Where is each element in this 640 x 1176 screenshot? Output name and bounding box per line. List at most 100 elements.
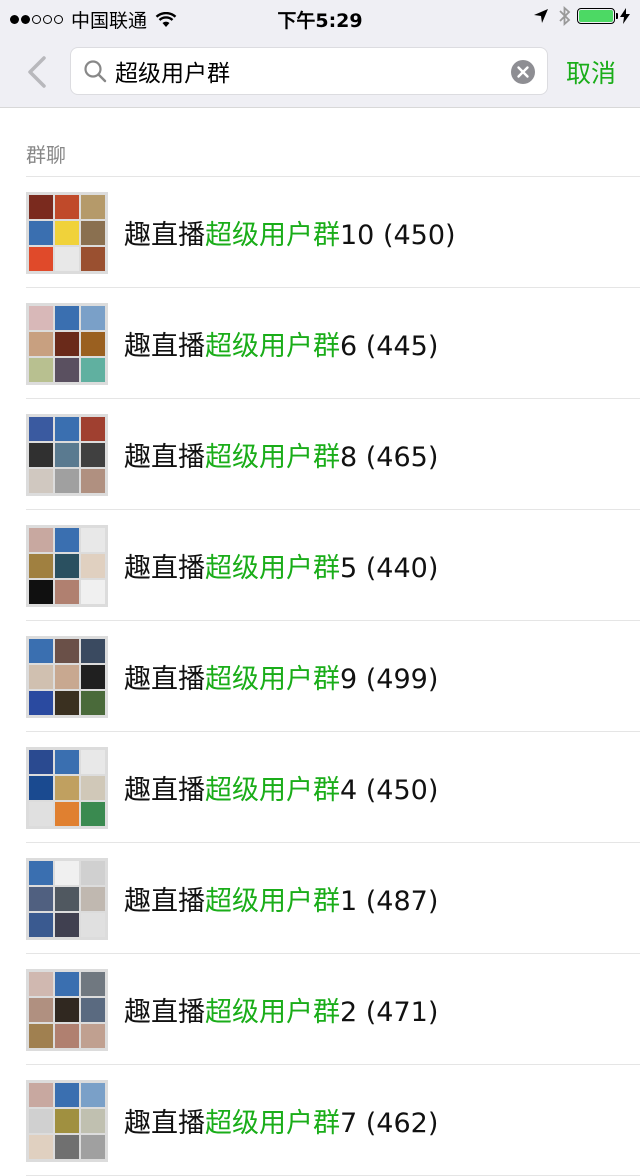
group-avatar [26, 303, 108, 385]
member-avatar-tile [81, 358, 105, 382]
member-avatar-tile [81, 691, 105, 715]
member-avatar-tile [81, 887, 105, 911]
group-name-prefix: 趣直播 [124, 553, 205, 584]
member-avatar-tile [55, 554, 79, 578]
group-name-prefix: 趣直播 [124, 220, 205, 251]
battery-tip [616, 13, 618, 19]
group-name-match-highlight: 超级用户群 [205, 775, 340, 806]
search-box[interactable] [70, 47, 548, 95]
member-avatar-tile [29, 861, 53, 885]
member-avatar-tile [55, 750, 79, 774]
group-chat-result-row[interactable]: 趣直播超级用户群6 (445) [0, 288, 640, 399]
member-avatar-tile [29, 358, 53, 382]
member-avatar-tile [81, 802, 105, 826]
member-avatar-tile [55, 802, 79, 826]
member-avatar-tile [55, 972, 79, 996]
group-chat-result-row[interactable]: 趣直播超级用户群4 (450) [0, 732, 640, 843]
member-avatar-tile [55, 332, 79, 356]
member-avatar-tile [81, 554, 105, 578]
member-avatar-tile [55, 998, 79, 1022]
member-avatar-tile [29, 528, 53, 552]
member-avatar-tile [29, 998, 53, 1022]
member-avatar-tile [55, 443, 79, 467]
status-right [533, 6, 630, 26]
member-avatar-tile [81, 332, 105, 356]
member-avatar-tile [55, 691, 79, 715]
group-name-prefix: 趣直播 [124, 1108, 205, 1139]
group-name-prefix: 趣直播 [124, 442, 205, 473]
group-name: 趣直播超级用户群7 (462) [124, 1101, 438, 1140]
group-name: 趣直播超级用户群8 (465) [124, 435, 438, 474]
member-avatar-tile [81, 443, 105, 467]
group-chat-result-row[interactable]: 趣直播超级用户群10 (450) [0, 177, 640, 288]
search-results-list: 趣直播超级用户群10 (450) 趣直播超级用户群6 (445) 趣直播超级用户群8… [0, 177, 640, 1176]
member-avatar-tile [29, 580, 53, 604]
member-avatar-tile [81, 417, 105, 441]
group-chat-result-row[interactable]: 趣直播超级用户群8 (465) [0, 399, 640, 510]
clear-search-icon[interactable] [511, 60, 535, 84]
member-avatar-tile [29, 750, 53, 774]
cancel-button[interactable]: 取消 [566, 54, 616, 90]
member-avatar-tile [29, 247, 53, 271]
group-chat-result-row[interactable]: 趣直播超级用户群5 (440) [0, 510, 640, 621]
group-avatar [26, 1080, 108, 1162]
group-chat-result-row[interactable]: 趣直播超级用户群9 (499) [0, 621, 640, 732]
section-title-group-chats: 群聊 [26, 143, 66, 167]
member-avatar-tile [55, 1083, 79, 1107]
group-name-prefix: 趣直播 [124, 997, 205, 1028]
member-avatar-tile [29, 1024, 53, 1048]
member-avatar-tile [55, 639, 79, 663]
group-name: 趣直播超级用户群6 (445) [124, 324, 438, 363]
group-avatar [26, 858, 108, 940]
member-avatar-tile [81, 469, 105, 493]
group-avatar [26, 525, 108, 607]
group-name-match-highlight: 超级用户群 [205, 664, 340, 695]
group-name: 趣直播超级用户群2 (471) [124, 990, 438, 1029]
search-header: 取消 [0, 36, 640, 108]
group-name-match-highlight: 超级用户群 [205, 553, 340, 584]
member-avatar-tile [29, 887, 53, 911]
group-chat-result-row[interactable]: 趣直播超级用户群1 (487) [0, 843, 640, 954]
member-avatar-tile [29, 1109, 53, 1133]
member-avatar-tile [55, 195, 79, 219]
member-avatar-tile [29, 913, 53, 937]
group-name: 趣直播超级用户群10 (450) [124, 213, 456, 252]
group-name-suffix-count: 5 (440) [340, 553, 439, 584]
member-avatar-tile [81, 580, 105, 604]
group-name-prefix: 趣直播 [124, 886, 205, 917]
group-name-suffix-count: 6 (445) [340, 331, 439, 362]
member-avatar-tile [55, 887, 79, 911]
group-name: 趣直播超级用户群4 (450) [124, 768, 438, 807]
member-avatar-tile [55, 417, 79, 441]
member-avatar-tile [81, 1135, 105, 1159]
member-avatar-tile [29, 332, 53, 356]
member-avatar-tile [55, 861, 79, 885]
member-avatar-tile [29, 639, 53, 663]
group-chat-result-row[interactable]: 趣直播超级用户群2 (471) [0, 954, 640, 1065]
member-avatar-tile [29, 417, 53, 441]
location-arrow-icon [534, 9, 548, 23]
member-avatar-tile [81, 528, 105, 552]
member-avatar-tile [29, 554, 53, 578]
charging-bolt-icon [620, 8, 630, 24]
member-avatar-tile [81, 247, 105, 271]
member-avatar-tile [81, 913, 105, 937]
member-avatar-tile [81, 1083, 105, 1107]
member-avatar-tile [29, 221, 53, 245]
back-chevron-icon[interactable] [20, 50, 54, 94]
bluetooth-icon [559, 6, 571, 26]
group-avatar [26, 969, 108, 1051]
group-avatar [26, 192, 108, 274]
member-avatar-tile [29, 1135, 53, 1159]
member-avatar-tile [81, 998, 105, 1022]
group-name: 趣直播超级用户群1 (487) [124, 879, 438, 918]
group-name-match-highlight: 超级用户群 [205, 1108, 340, 1139]
group-name-suffix-count: 8 (465) [340, 442, 439, 473]
member-avatar-tile [29, 443, 53, 467]
group-name-suffix-count: 1 (487) [340, 886, 439, 917]
group-name-prefix: 趣直播 [124, 331, 205, 362]
member-avatar-tile [29, 195, 53, 219]
group-chat-result-row[interactable]: 趣直播超级用户群7 (462) [0, 1065, 640, 1176]
member-avatar-tile [55, 247, 79, 271]
search-input[interactable] [115, 52, 495, 90]
